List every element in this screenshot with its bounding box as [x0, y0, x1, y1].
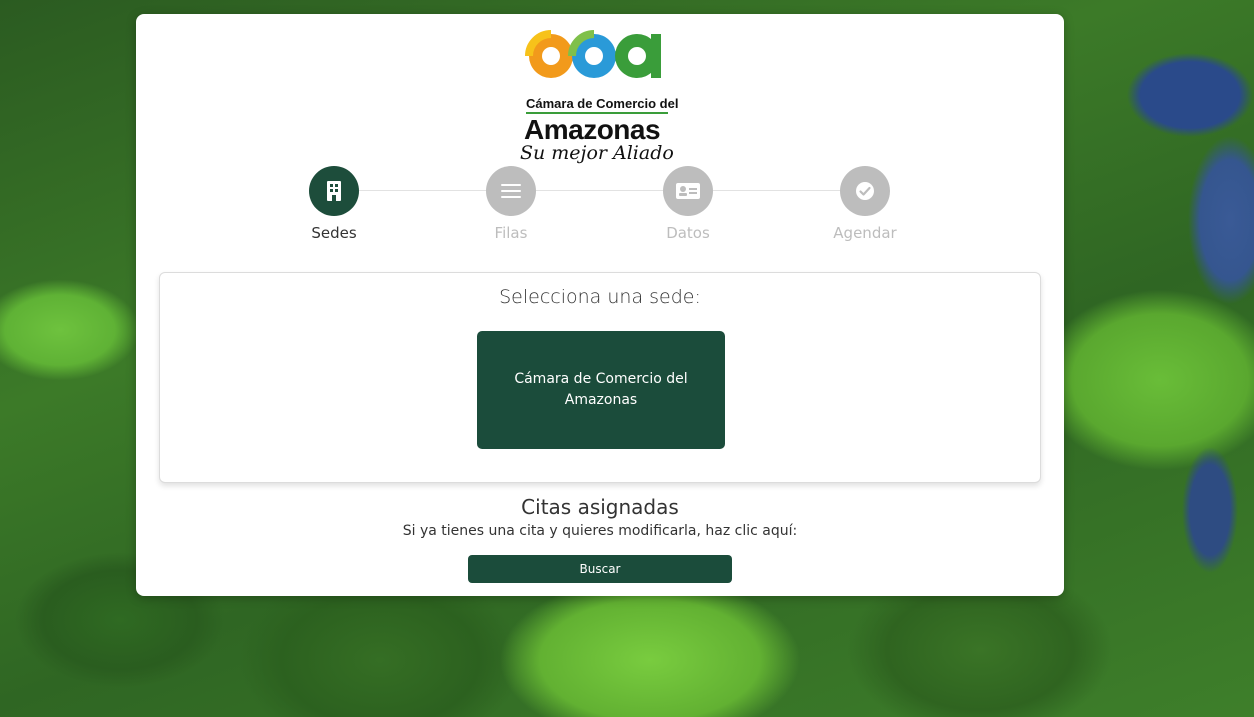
- step-datos[interactable]: Datos: [638, 166, 738, 242]
- step-datos-circle: [663, 166, 713, 216]
- step-sedes[interactable]: Sedes: [284, 166, 384, 242]
- sede-button[interactable]: Cámara de Comercio del Amazonas: [477, 331, 725, 449]
- building-icon: [327, 181, 341, 201]
- stepper: Sedes Filas Datos Agendar: [284, 166, 914, 246]
- check-circle-icon: [856, 182, 874, 200]
- main-card: Cámara de Comercio del Amazonas Su mejor…: [136, 14, 1064, 596]
- step-filas-label: Filas: [494, 224, 528, 242]
- stepper-line: [334, 190, 864, 191]
- step-agendar[interactable]: Agendar: [815, 166, 915, 242]
- logo-circles-icon: [525, 30, 661, 78]
- step-sedes-label: Sedes: [311, 224, 357, 242]
- citas-title: Citas asignadas: [521, 495, 679, 519]
- logo-slogan: Su mejor Aliado: [520, 142, 674, 164]
- step-filas-circle: [486, 166, 536, 216]
- buscar-button[interactable]: Buscar: [468, 555, 732, 583]
- logo: Cámara de Comercio del Amazonas Su mejor…: [516, 26, 686, 164]
- sede-panel: Selecciona una sede: Cámara de Comercio …: [159, 272, 1041, 483]
- sede-panel-title: Selecciona una sede:: [499, 286, 701, 308]
- logo-line1: Cámara de Comercio del: [526, 96, 679, 111]
- list-icon: [501, 184, 521, 198]
- step-agendar-circle: [840, 166, 890, 216]
- id-card-icon: [676, 183, 700, 199]
- step-sedes-circle: [309, 166, 359, 216]
- step-agendar-label: Agendar: [833, 224, 897, 242]
- step-datos-label: Datos: [666, 224, 710, 242]
- citas-subtitle: Si ya tienes una cita y quieres modifica…: [402, 523, 798, 539]
- step-filas[interactable]: Filas: [461, 166, 561, 242]
